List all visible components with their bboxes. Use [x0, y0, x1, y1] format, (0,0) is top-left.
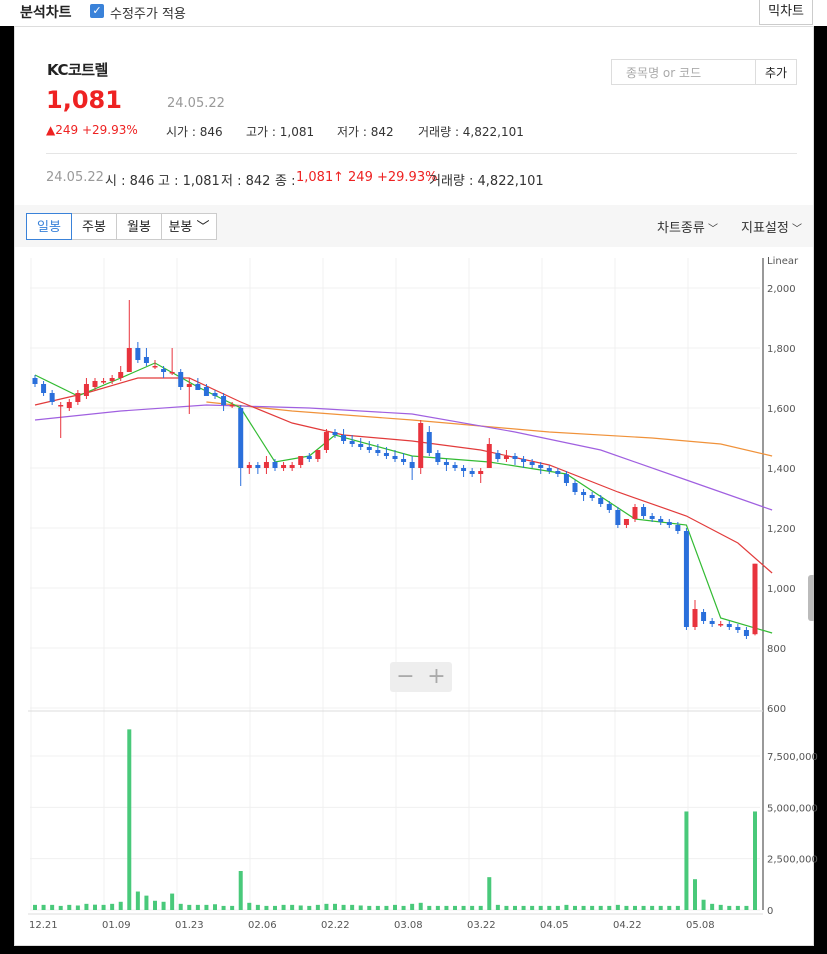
volume-info: 거래량 : 4,822,101	[418, 125, 524, 139]
price-change-value: 249 +29.93%	[55, 123, 138, 137]
chevron-down-icon: ﹀	[196, 220, 210, 235]
tab-weekly[interactable]: 주봉	[71, 213, 117, 240]
stock-name: KC코트렐	[47, 61, 108, 79]
up-arrow-icon: ▲	[46, 123, 56, 137]
chart-toolbar: 일봉 주봉 월봉 분봉 ﹀ 차트종류 ﹀ 지표설정 ﹀	[15, 205, 813, 247]
current-price: 1,081	[46, 86, 122, 114]
tab-monthly[interactable]: 월봉	[116, 213, 162, 240]
price-change: ▲249 +29.93%	[46, 123, 138, 137]
adjust-price-label: 수정주가 적용	[110, 7, 186, 22]
top-bar: 분석차트 ✓ 수정주가 적용 믹차트	[0, 0, 827, 26]
info-low: 저 : 842	[221, 174, 271, 189]
chevron-down-icon: ﹀	[788, 224, 803, 235]
tab-daily[interactable]: 일봉	[26, 213, 72, 240]
price-date: 24.05.22	[167, 96, 225, 111]
chart-panel	[14, 26, 814, 946]
zoom-out-button[interactable]: −	[390, 662, 421, 692]
divider	[46, 153, 797, 154]
stock-search-input[interactable]: 종목명 or 코드	[611, 59, 756, 85]
info-high: 고 : 1,081	[158, 174, 220, 189]
zoom-in-button[interactable]: +	[421, 662, 452, 692]
info-volume: 거래량 : 4,822,101	[429, 174, 544, 189]
chart-type-menu[interactable]: 차트종류 ﹀	[657, 217, 718, 236]
info-date: 24.05.22	[46, 170, 104, 185]
zoom-control: − +	[390, 662, 452, 692]
tab-minute[interactable]: 분봉 ﹀	[161, 213, 217, 240]
high-price: 고가 : 1,081	[246, 125, 315, 139]
open-price: 시가 : 846	[166, 125, 223, 139]
info-close-label: 종 :	[275, 174, 296, 189]
info-change: ↑ 249 +29.93%	[333, 170, 438, 185]
add-button[interactable]: 추가	[756, 59, 797, 85]
adjust-price-checkbox[interactable]: ✓	[90, 4, 104, 18]
info-open: 시 : 846	[105, 174, 155, 189]
top-right-button[interactable]: 믹차트	[759, 0, 813, 25]
page-title: 분석차트	[20, 5, 72, 21]
info-close: 1,081	[296, 170, 334, 185]
side-panel-handle[interactable]	[808, 575, 814, 621]
indicator-menu[interactable]: 지표설정 ﹀	[741, 217, 802, 236]
chevron-down-icon: ﹀	[704, 224, 719, 235]
low-price: 저가 : 842	[337, 125, 394, 139]
